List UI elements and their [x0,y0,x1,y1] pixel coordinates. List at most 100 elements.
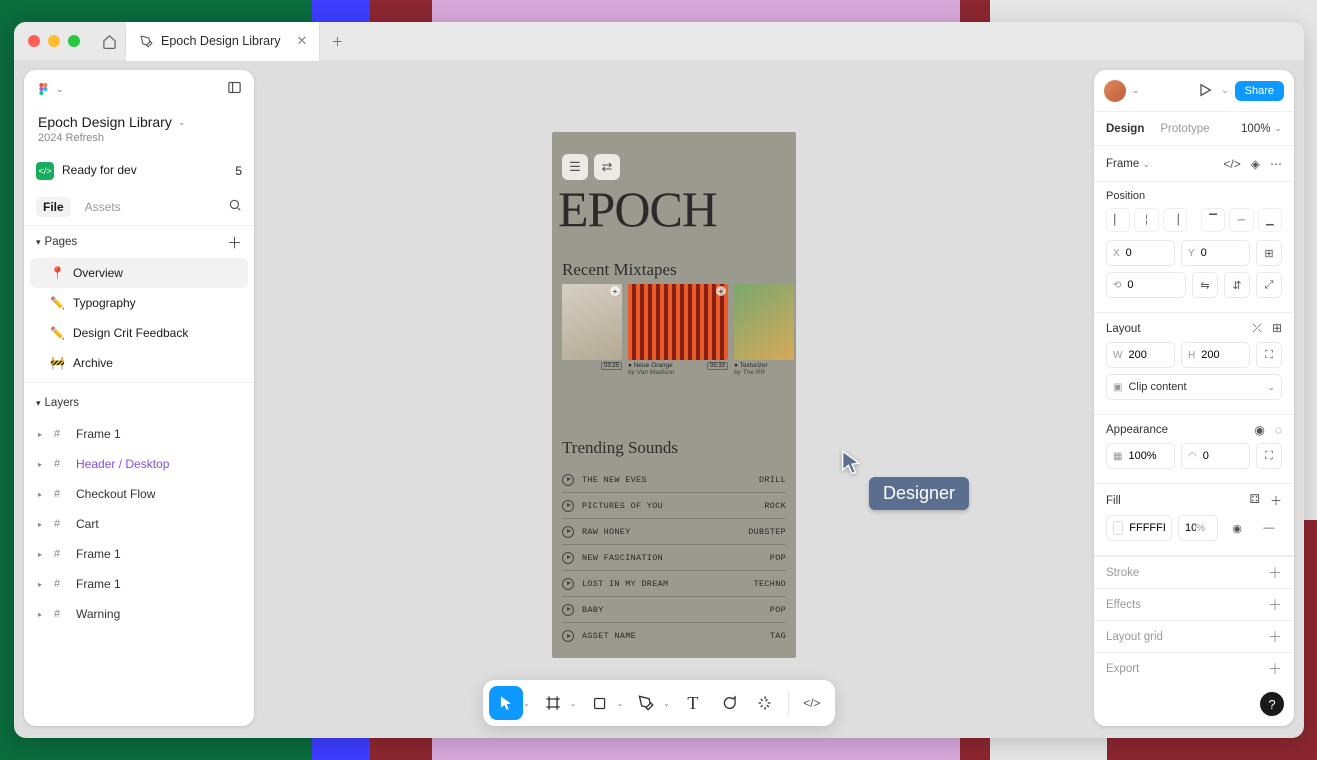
shuffle-icon[interactable]: ⇄ [594,154,620,180]
radius-field[interactable]: ◠ [1181,443,1250,469]
align-right-icon[interactable]: ▕ [1163,208,1187,232]
add-page-icon[interactable]: ＋ [227,232,242,253]
add-fill-icon[interactable]: ＋ [1270,492,1282,509]
chevron-down-icon[interactable]: ⌄ [1221,85,1229,96]
width-field[interactable]: W [1106,342,1175,368]
chevron-down-icon[interactable]: ⌄ [1132,85,1140,96]
move-tool[interactable] [489,686,523,720]
align-left-icon[interactable]: ▏ [1106,208,1130,232]
add-icon[interactable]: + [716,286,726,296]
actions-tool[interactable] [748,686,782,720]
page-typography[interactable]: ✏️Typography [24,288,254,318]
remove-fill-icon[interactable]: — [1256,515,1282,541]
dev-mode-toggle[interactable]: </> [795,686,829,720]
track-row[interactable]: LOST IN MY DREAMTECHNO [562,571,786,597]
layer-item[interactable]: ▸#Checkout Flow [24,479,254,509]
visibility-icon[interactable]: ◉ [1224,515,1250,541]
track-row[interactable]: THE NEW EVESDRILL [562,467,786,493]
y-field[interactable]: Y [1181,240,1250,266]
avatar[interactable] [1104,80,1126,102]
blend-icon[interactable]: ◌ [1275,423,1282,437]
ready-for-dev-row[interactable]: </>Ready for dev 5 [24,154,254,188]
align-bottom-icon[interactable]: ▁ [1258,208,1282,232]
track-row[interactable]: PICTURES OF YOUROCK [562,493,786,519]
search-icon[interactable] [228,198,242,215]
color-swatch[interactable] [1113,521,1123,535]
menu-icon[interactable]: ☰ [562,154,588,180]
align-to-pixel-icon[interactable]: ⊞ [1256,240,1282,266]
layer-item[interactable]: ▸#Frame 1 [24,569,254,599]
constrain-icon[interactable]: ⛶ [1256,342,1282,368]
chevron-down-icon[interactable]: ⌄ [523,699,530,708]
close-tab-icon[interactable]: ✕ [297,33,308,49]
toggle-sidebar-icon[interactable] [227,80,242,98]
chevron-down-icon[interactable]: ⌄ [663,699,670,708]
corner-detail-icon[interactable]: ⛶ [1256,443,1282,469]
home-button[interactable] [94,27,126,55]
flip-v-icon[interactable]: ⇵ [1224,272,1250,298]
figma-menu[interactable]: ⌄ [36,81,64,97]
autolayout-off-icon[interactable]: ⤫ [1252,321,1262,336]
assets-tab[interactable]: Assets [85,200,121,214]
new-tab-button[interactable]: ＋ [320,33,354,50]
page-crit[interactable]: ✏️Design Crit Feedback [24,318,254,348]
play-icon[interactable] [562,604,574,616]
layer-item[interactable]: ▸#Frame 1 [24,419,254,449]
layer-item[interactable]: ▸#Frame 1 [24,539,254,569]
play-icon[interactable] [562,552,574,564]
autolayout-on-icon[interactable]: ⊞ [1272,321,1282,336]
frame-type[interactable]: Frame [1106,158,1139,170]
more-icon[interactable]: ⋯ [1270,157,1282,171]
track-row[interactable]: RAW HONEYDUBSTEP [562,519,786,545]
prototype-tab[interactable]: Prototype [1160,123,1209,135]
play-icon[interactable] [562,526,574,538]
chevron-down-icon[interactable]: ⌄ [570,699,577,708]
x-field[interactable]: X [1106,240,1175,266]
layer-item[interactable]: ▸#Cart [24,509,254,539]
more-transform-icon[interactable]: ⤢ [1256,272,1282,298]
minimize-window-icon[interactable] [48,35,60,47]
component-icon[interactable]: ◈ [1251,157,1260,171]
play-icon[interactable] [562,474,574,486]
frame-tool[interactable] [536,686,570,720]
maximize-window-icon[interactable] [68,35,80,47]
share-button[interactable]: Share [1235,81,1284,101]
zoom-control[interactable]: 100%⌄ [1241,123,1282,135]
mixtape-card[interactable]: + ● Neue Orange05:33by Van Madison [628,284,728,382]
styles-icon[interactable]: ⚃ [1250,492,1260,509]
align-hcenter-icon[interactable]: ╎ [1134,208,1158,232]
align-top-icon[interactable]: ▔ [1201,208,1225,232]
add-icon[interactable]: ＋ [1268,659,1282,679]
align-vcenter-icon[interactable]: ─ [1229,208,1253,232]
add-icon[interactable]: ＋ [1268,595,1282,615]
file-title[interactable]: Epoch Design Library ⌄ [38,114,240,130]
pages-header[interactable]: Pages [45,236,78,248]
help-button[interactable]: ? [1260,692,1284,716]
play-icon[interactable] [562,578,574,590]
opacity-field[interactable]: ▦ [1106,443,1175,469]
add-icon[interactable]: + [610,286,620,296]
pen-tool[interactable] [629,686,663,720]
clip-content-select[interactable]: ▣Clip content⌄ [1106,374,1282,400]
mixtape-card[interactable]: + 03:25 [562,284,622,382]
chevron-down-icon[interactable]: ⌄ [617,699,624,708]
fill-color-field[interactable] [1106,515,1172,541]
comment-tool[interactable] [712,686,746,720]
rotation-field[interactable]: ⟲ [1106,272,1186,298]
present-icon[interactable] [1197,82,1215,100]
window-controls[interactable] [14,35,94,47]
track-row[interactable]: ASSET NAMETAG [562,623,786,649]
layout-grid-section[interactable]: Layout grid＋ [1094,620,1294,652]
shape-tool[interactable] [583,686,617,720]
artboard[interactable]: ☰ ⇄ EPOCH Recent Mixtapes + 03:25 + ● Ne… [552,132,796,658]
code-icon[interactable]: </> [1223,157,1240,171]
flip-h-icon[interactable]: ⇋ [1192,272,1218,298]
effects-section[interactable]: Effects＋ [1094,588,1294,620]
play-icon[interactable] [562,500,574,512]
design-tab[interactable]: Design [1106,123,1144,135]
play-icon[interactable] [562,630,574,642]
file-tab-left[interactable]: File [36,197,71,217]
file-tab[interactable]: Epoch Design Library ✕ [126,22,320,61]
text-tool[interactable]: T [676,686,710,720]
fill-opacity-field[interactable]: % [1178,515,1218,541]
